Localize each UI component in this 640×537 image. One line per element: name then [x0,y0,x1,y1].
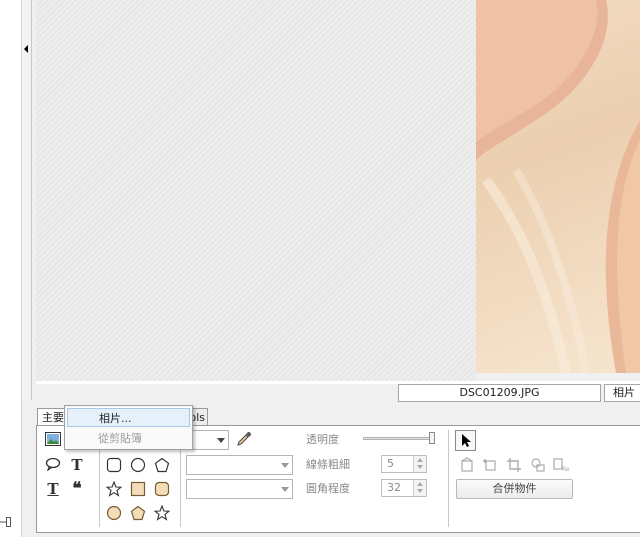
collapse-panel-handle[interactable] [22,0,32,400]
eyedropper-tool[interactable] [235,431,253,449]
select-tool[interactable] [455,430,476,451]
handle-icon [0,517,11,527]
rename-object-icon[interactable]: Re [553,457,571,475]
photo-type-label: 相片 [604,384,640,402]
speech-bubble-tool[interactable] [44,457,62,475]
chevron-down-icon [217,438,225,443]
cursor-arrow-icon [462,434,471,447]
image-icon [45,432,61,446]
opacity-slider-track[interactable] [363,437,435,440]
resize-handle[interactable] [0,515,12,529]
left-panel [0,0,22,537]
filled-star-shape-icon[interactable] [153,504,171,523]
insert-image-tool[interactable] [44,432,62,450]
collapse-arrow-icon [24,45,28,53]
group-objects-icon[interactable] [529,457,547,475]
menu-item-photo[interactable]: 相片... [67,408,190,427]
merge-objects-button[interactable]: 合併物件 [456,479,573,499]
stepper-buttons[interactable] [413,480,426,496]
text-tool-icon[interactable]: T [68,457,86,475]
tab-main[interactable]: 主要 [37,408,67,426]
line-width-label: 線條粗細 [306,458,350,471]
line-width-value: 5 [387,457,394,470]
quote-tool-icon[interactable]: ❝ [68,481,86,499]
filled-rounded-square-shape-icon[interactable] [153,481,171,499]
line-width-stepper[interactable]: 5 [381,455,427,473]
stepper-buttons[interactable] [413,456,426,472]
filename-display: DSC01209.JPG [398,384,601,402]
arrow-up-icon [417,458,423,462]
color-dropdown[interactable] [188,430,229,450]
filled-circle-shape-icon[interactable] [105,505,123,523]
line-style-dropdown[interactable] [186,479,293,499]
corner-radius-label: 圓角程度 [306,482,350,495]
photo-image [476,0,640,373]
bring-front-icon[interactable] [458,457,476,475]
speech-bubble-icon [45,457,61,472]
svg-text:Re: Re [562,466,570,473]
fill-style-dropdown[interactable] [186,455,293,475]
styled-text-tool-icon[interactable]: T [44,481,62,499]
eyedropper-icon [237,432,251,446]
arrow-up-icon [417,482,423,486]
arrow-down-icon [417,489,423,493]
photo-preview[interactable] [476,0,640,373]
arrow-down-icon [417,465,423,469]
chevron-down-icon [281,487,289,492]
pentagon-shape-icon[interactable] [153,457,171,475]
opacity-slider-thumb[interactable] [429,432,435,444]
menu-item-from-clipboard[interactable]: 從剪貼簿 [67,429,190,448]
chevron-down-icon [281,463,289,468]
panel-separator [448,430,449,527]
add-object-icon[interactable] [481,457,499,475]
insert-image-menu: 相片... 從剪貼簿 [64,405,193,450]
opacity-label: 透明度 [306,433,339,446]
crop-icon[interactable] [505,457,523,475]
rounded-square-shape-icon[interactable] [105,457,123,475]
filled-pentagon-shape-icon[interactable] [129,505,147,523]
star-shape-icon[interactable] [105,480,123,499]
editing-canvas[interactable] [36,0,476,381]
circle-shape-icon[interactable] [129,457,147,475]
corner-radius-stepper[interactable]: 32 [381,479,427,497]
filled-square-shape-icon[interactable] [129,481,147,499]
corner-radius-value: 32 [387,481,401,494]
